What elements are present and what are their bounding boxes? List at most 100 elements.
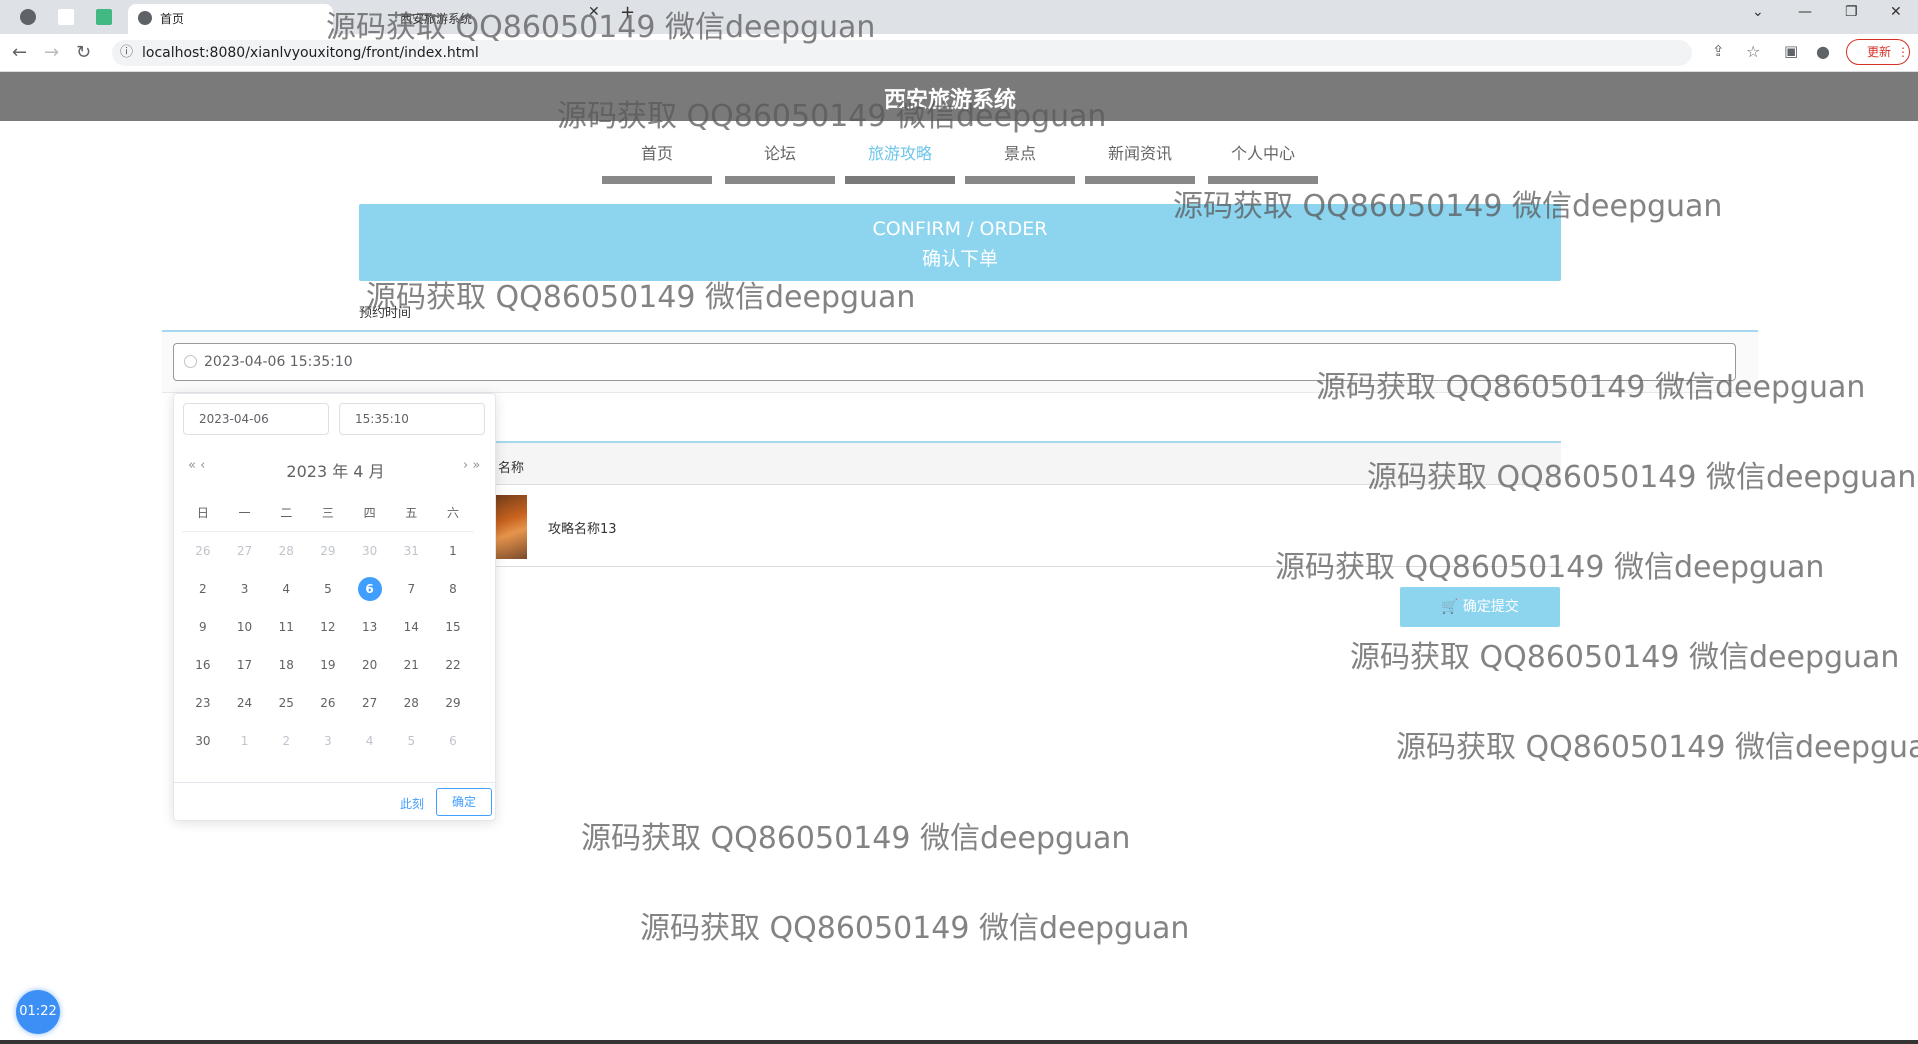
calendar-day[interactable]: 22 — [432, 646, 474, 684]
confirm-submit-button[interactable]: 🛒 确定提交 — [1400, 587, 1560, 627]
calendar-day-number: 24 — [236, 696, 253, 710]
calendar-day[interactable]: 8 — [432, 570, 474, 608]
calendar-day[interactable]: 21 — [390, 646, 432, 684]
calendar-day[interactable]: 16 — [182, 646, 224, 684]
now-button[interactable]: 此刻 — [400, 795, 424, 812]
picker-confirm-button[interactable]: 确定 — [436, 788, 492, 816]
calendar-day[interactable]: 11 — [265, 608, 307, 646]
weekday-label: 六 — [432, 494, 474, 532]
calendar-day[interactable]: 29 — [432, 684, 474, 722]
calendar-day-number: 4 — [365, 734, 374, 748]
info-icon[interactable]: ⓘ — [120, 40, 133, 66]
calendar-week-row: 26 27 28 29 30 31 1 — [182, 532, 489, 570]
weekday-label: 五 — [390, 494, 433, 532]
site-title: 西安旅游系统 — [883, 88, 1016, 113]
calendar-day[interactable]: 2 — [182, 570, 224, 608]
calendar-day[interactable]: 3 — [224, 570, 266, 608]
more-menu-icon[interactable]: ⋮ — [1897, 40, 1909, 64]
picker-footer: 此刻 确定 — [174, 782, 497, 822]
calendar-day[interactable]: 9 — [182, 608, 224, 646]
close-tab-icon[interactable]: ✕ — [588, 4, 600, 20]
picker-date-input[interactable]: 2023-04-06 — [183, 403, 329, 435]
restore-icon[interactable]: ❐ — [1845, 4, 1858, 20]
minimize-icon[interactable]: — — [1798, 4, 1812, 20]
calendar-day-number: 28 — [278, 544, 294, 558]
picker-time-input[interactable]: 15:35:10 — [339, 403, 485, 435]
tab-site-label: 西安旅游系统 — [400, 12, 473, 26]
calendar-day-selected[interactable]: 6 — [349, 570, 391, 608]
calendar-day[interactable]: 24 — [224, 684, 266, 722]
nav-home[interactable]: 首页 — [602, 140, 712, 184]
calendar-day-number: 7 — [407, 582, 416, 596]
nav-underline — [1208, 176, 1318, 184]
picker-month-header: 2023 年 4 月 — [286, 462, 385, 481]
calendar-day[interactable]: 1 — [432, 532, 474, 570]
column-header-name: 名称 — [498, 461, 525, 476]
calendar-day[interactable]: 5 — [307, 570, 349, 608]
calendar-day[interactable]: 12 — [307, 608, 349, 646]
nav-personal-center[interactable]: 个人中心 — [1208, 140, 1318, 184]
weekday-label: 二 — [265, 494, 308, 532]
banner-title-cn: 确认下单 — [921, 248, 998, 270]
calendar-day[interactable]: 27 — [349, 684, 391, 722]
nav-attractions[interactable]: 景点 — [965, 140, 1075, 184]
sidepanel-icon[interactable]: ▣ — [1784, 42, 1798, 60]
calendar-day[interactable]: 7 — [390, 570, 432, 608]
calendar-day-number: 23 — [195, 696, 211, 710]
banner-title-en: CONFIRM / ORDER — [872, 218, 1048, 240]
url-field[interactable]: ⓘ localhost:8080/xianlvyouxitong/front/i… — [112, 40, 1692, 66]
calendar-day[interactable]: 28 — [265, 532, 307, 570]
calendar-day[interactable]: 18 — [265, 646, 307, 684]
calendar-day[interactable]: 30 — [349, 532, 391, 570]
calendar-day[interactable]: 27 — [224, 532, 266, 570]
tab-search-icon[interactable]: ⌄ — [1752, 4, 1764, 20]
calendar-day[interactable]: 29 — [307, 532, 349, 570]
next-month-year-icon[interactable]: › » — [463, 458, 480, 473]
tab-site[interactable]: 西安旅游系统 — [340, 4, 580, 34]
calendar-day[interactable]: 13 — [349, 608, 391, 646]
window-close-icon[interactable]: ✕ — [1890, 4, 1902, 20]
tab-favicon-icon[interactable] — [20, 9, 36, 25]
calendar-day[interactable]: 25 — [265, 684, 307, 722]
share-icon[interactable]: ⇪ — [1712, 42, 1725, 60]
reload-icon[interactable]: ↻ — [76, 42, 91, 63]
tab-home[interactable]: 首页 — [128, 4, 333, 34]
tab-blank-icon[interactable] — [58, 9, 74, 25]
vue-icon[interactable] — [96, 9, 112, 25]
calendar-day[interactable]: 3 — [307, 722, 349, 760]
calendar-day[interactable]: 14 — [390, 608, 432, 646]
nav-news-label: 新闻资讯 — [1107, 144, 1172, 163]
calendar-day[interactable]: 6 — [432, 722, 474, 760]
nav-news[interactable]: 新闻资讯 — [1085, 140, 1195, 184]
calendar-day[interactable]: 15 — [432, 608, 474, 646]
calendar-day[interactable]: 17 — [224, 646, 266, 684]
nav-forum-label: 论坛 — [763, 144, 796, 163]
reservation-datetime-value: 2023-04-06 15:35:10 — [204, 354, 353, 370]
calendar-day[interactable]: 23 — [182, 684, 224, 722]
back-icon[interactable]: ← — [12, 42, 27, 63]
calendar-day[interactable]: 19 — [307, 646, 349, 684]
calendar-day[interactable]: 28 — [390, 684, 432, 722]
forward-icon[interactable]: → — [44, 42, 59, 63]
calendar-day[interactable]: 26 — [307, 684, 349, 722]
update-button[interactable]: 更新 ⋮ — [1846, 39, 1910, 65]
bookmark-star-icon[interactable]: ☆ — [1746, 42, 1760, 61]
calendar-day[interactable]: 20 — [349, 646, 391, 684]
calendar-day-number: 29 — [445, 696, 461, 710]
calendar-day[interactable]: 5 — [390, 722, 432, 760]
nav-forum[interactable]: 论坛 — [725, 140, 835, 184]
calendar-day-number: 26 — [195, 544, 211, 558]
clock-icon — [184, 355, 197, 368]
calendar-day[interactable]: 2 — [265, 722, 307, 760]
calendar-day[interactable]: 10 — [224, 608, 266, 646]
profile-icon[interactable]: ● — [1816, 42, 1830, 61]
calendar-day[interactable]: 1 — [224, 722, 266, 760]
calendar-day[interactable]: 30 — [182, 722, 224, 760]
nav-travel-guide[interactable]: 旅游攻略 — [845, 140, 955, 184]
calendar-day[interactable]: 4 — [349, 722, 391, 760]
calendar-day[interactable]: 31 — [390, 532, 432, 570]
reservation-datetime-input[interactable]: 2023-04-06 15:35:10 — [173, 343, 1736, 381]
new-tab-icon[interactable]: + — [620, 2, 635, 23]
calendar-day[interactable]: 26 — [182, 532, 224, 570]
calendar-day[interactable]: 4 — [265, 570, 307, 608]
